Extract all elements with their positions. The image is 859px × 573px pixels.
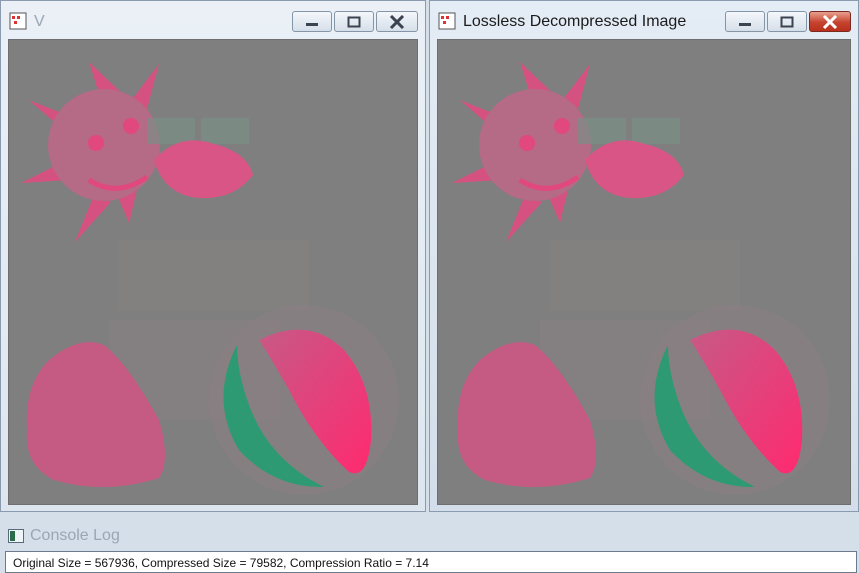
maximize-icon bbox=[347, 16, 361, 27]
title-bar[interactable]: V bbox=[1, 1, 425, 39]
image-window-v[interactable]: V bbox=[0, 0, 426, 512]
maximize-button[interactable] bbox=[767, 11, 807, 32]
maximize-icon bbox=[780, 16, 794, 27]
minimize-button[interactable] bbox=[725, 11, 765, 32]
app-icon bbox=[9, 12, 27, 30]
window-title: Lossless Decompressed Image bbox=[463, 13, 687, 30]
title-bar[interactable]: Lossless Decompressed Image bbox=[430, 1, 858, 39]
console-message: Original Size = 567936, Compressed Size … bbox=[13, 556, 429, 570]
console-output[interactable]: Original Size = 567936, Compressed Size … bbox=[5, 551, 857, 573]
image-canvas[interactable] bbox=[437, 39, 851, 505]
close-icon bbox=[389, 14, 405, 29]
window-title: V bbox=[34, 13, 45, 30]
maximize-button[interactable] bbox=[334, 11, 374, 32]
console-title: Console Log bbox=[30, 527, 120, 544]
app-icon bbox=[438, 12, 456, 30]
image-canvas[interactable] bbox=[8, 39, 418, 505]
close-button[interactable] bbox=[376, 11, 418, 32]
minimize-icon bbox=[306, 22, 318, 26]
close-button[interactable] bbox=[809, 11, 851, 32]
minimize-button[interactable] bbox=[292, 11, 332, 32]
console-icon bbox=[8, 529, 24, 543]
minimize-icon bbox=[739, 22, 751, 26]
image-window-decompressed[interactable]: Lossless Decompressed Image bbox=[429, 0, 859, 512]
close-icon bbox=[822, 14, 838, 29]
decoded-image bbox=[438, 40, 851, 505]
decoded-image bbox=[9, 40, 418, 505]
